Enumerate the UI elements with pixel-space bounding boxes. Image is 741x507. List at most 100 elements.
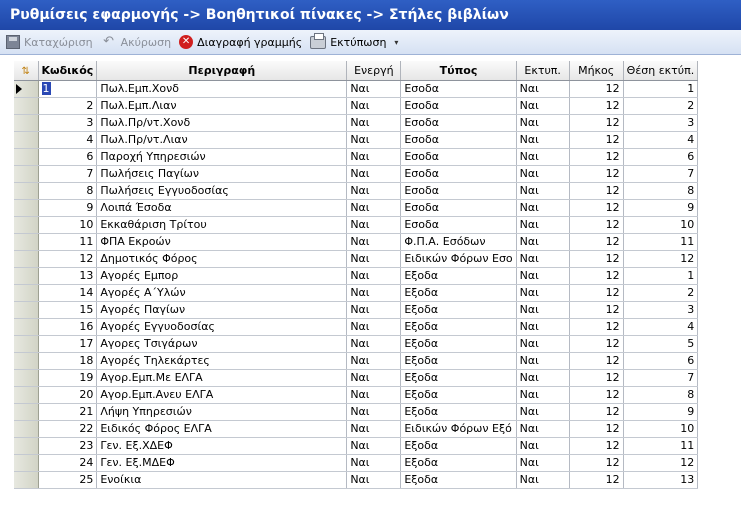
cell-code[interactable]: 2 — [38, 97, 98, 115]
cell-length[interactable]: 12 — [569, 386, 624, 404]
cell-print[interactable]: Ναι — [516, 437, 570, 455]
cell-active[interactable]: Ναι — [346, 335, 402, 353]
table-row[interactable]: 3 Πωλ.Πρ/ντ.Χονδ Ναι Εσοδα Ναι 12 3 — [14, 114, 699, 132]
cell-print-position[interactable]: 12 — [623, 250, 699, 268]
row-selector[interactable] — [14, 199, 39, 217]
print-button[interactable]: Εκτύπωση ▾ — [308, 32, 404, 53]
cell-code[interactable]: 22 — [38, 420, 98, 438]
cell-description[interactable]: Λοιπά Έσοδα — [96, 199, 348, 217]
row-selector[interactable] — [14, 182, 39, 200]
cell-active[interactable]: Ναι — [346, 199, 402, 217]
cell-length[interactable]: 12 — [569, 471, 624, 489]
chevron-down-icon[interactable]: ▾ — [394, 38, 398, 47]
cell-active[interactable]: Ναι — [346, 301, 402, 319]
cell-length[interactable]: 12 — [569, 335, 624, 353]
cell-length[interactable]: 12 — [569, 80, 624, 98]
cell-print-position[interactable]: 11 — [623, 437, 699, 455]
table-row[interactable]: 25 Ενοίκια Ναι Εξοδα Ναι 12 13 — [14, 471, 699, 489]
cell-print[interactable]: Ναι — [516, 216, 570, 234]
cell-length[interactable]: 12 — [569, 318, 624, 336]
table-row[interactable]: 20 Αγορ.Εμπ.Ανευ ΕΛΓΑ Ναι Εξοδα Ναι 12 8 — [14, 386, 699, 404]
cell-print-position[interactable]: 13 — [623, 471, 699, 489]
column-header-type[interactable]: Τύπος — [400, 61, 517, 81]
cell-length[interactable]: 12 — [569, 369, 624, 387]
cell-print[interactable]: Ναι — [516, 114, 570, 132]
row-selector[interactable] — [14, 420, 39, 438]
row-selector[interactable] — [14, 318, 39, 336]
table-row[interactable]: 19 Αγορ.Εμπ.Με ΕΛΓΑ Ναι Εξοδα Ναι 12 7 — [14, 369, 699, 387]
table-row[interactable]: 10 Εκκαθάριση Τρίτου Ναι Εσοδα Ναι 12 10 — [14, 216, 699, 234]
cell-print-position[interactable]: 12 — [623, 454, 699, 472]
table-row[interactable]: 4 Πωλ.Πρ/ντ.Λιαν Ναι Εσοδα Ναι 12 4 — [14, 131, 699, 149]
cell-description[interactable]: Ενοίκια — [96, 471, 348, 489]
row-selector[interactable] — [14, 250, 39, 268]
cell-type[interactable]: Εσοδα — [400, 182, 517, 200]
cell-type[interactable]: Εσοδα — [400, 216, 517, 234]
cell-print-position[interactable]: 2 — [623, 284, 699, 302]
table-row[interactable]: 22 Ειδικός Φόρος ΕΛΓΑ Ναι Ειδικών Φόρων Εξό… — [14, 420, 699, 438]
row-selector[interactable] — [14, 233, 39, 251]
cell-print-position[interactable]: 5 — [623, 335, 699, 353]
cell-active[interactable]: Ναι — [346, 233, 402, 251]
cell-print-position[interactable]: 2 — [623, 97, 699, 115]
cell-print-position[interactable]: 6 — [623, 352, 699, 370]
cell-type[interactable]: Εξοδα — [400, 301, 517, 319]
cell-type[interactable]: Εσοδα — [400, 131, 517, 149]
cell-print[interactable]: Ναι — [516, 131, 570, 149]
cell-code[interactable]: 17 — [38, 335, 98, 353]
cell-print-position[interactable]: 8 — [623, 386, 699, 404]
cell-type[interactable]: Εξοδα — [400, 335, 517, 353]
cell-description[interactable]: Πωλ.Εμπ.Λιαν — [96, 97, 348, 115]
cell-length[interactable]: 12 — [569, 352, 624, 370]
cell-length[interactable]: 12 — [569, 284, 624, 302]
cell-print[interactable]: Ναι — [516, 352, 570, 370]
column-header-description[interactable]: Περιγραφή — [96, 61, 348, 81]
table-row[interactable]: 2 Πωλ.Εμπ.Λιαν Ναι Εσοδα Ναι 12 2 — [14, 97, 699, 115]
cell-code[interactable]: 20 — [38, 386, 98, 404]
cell-code[interactable]: 9 — [38, 199, 98, 217]
cell-description[interactable]: Λήψη Υπηρεσιών — [96, 403, 348, 421]
cell-print[interactable]: Ναι — [516, 199, 570, 217]
column-header-code[interactable]: Κωδικός — [38, 61, 98, 81]
cell-print[interactable]: Ναι — [516, 182, 570, 200]
table-row[interactable]: 6 Παροχή Υπηρεσιών Ναι Εσοδα Ναι 12 6 — [14, 148, 699, 166]
row-selector[interactable] — [14, 148, 39, 166]
cell-code[interactable]: 15 — [38, 301, 98, 319]
cell-print-position[interactable]: 10 — [623, 216, 699, 234]
column-header-print[interactable]: Εκτυπ. — [516, 61, 570, 81]
cell-print-position[interactable]: 6 — [623, 148, 699, 166]
cell-active[interactable]: Ναι — [346, 386, 402, 404]
cancel-button[interactable]: ↶ Ακύρωση — [99, 32, 178, 53]
column-header-length[interactable]: Μήκος — [569, 61, 624, 81]
cell-type[interactable]: Εξοδα — [400, 403, 517, 421]
cell-type[interactable]: Εσοδα — [400, 114, 517, 132]
cell-type[interactable]: Εσοδα — [400, 165, 517, 183]
cell-print[interactable]: Ναι — [516, 420, 570, 438]
cell-print[interactable]: Ναι — [516, 267, 570, 285]
cell-active[interactable]: Ναι — [346, 97, 402, 115]
cell-type[interactable]: Εσοδα — [400, 80, 517, 98]
cell-description[interactable]: Γεν. Εξ.ΧΔΕΦ — [96, 437, 348, 455]
column-header-print-position[interactable]: Θέση εκτύπ. — [623, 61, 699, 81]
cell-description[interactable]: Πωλ.Πρ/ντ.Χονδ — [96, 114, 348, 132]
cell-code[interactable]: 25 — [38, 471, 98, 489]
cell-code[interactable]: 8 — [38, 182, 98, 200]
table-row[interactable]: 7 Πωλήσεις Παγίων Ναι Εσοδα Ναι 12 7 — [14, 165, 699, 183]
cell-print[interactable]: Ναι — [516, 165, 570, 183]
cell-description[interactable]: Αγορές Α΄Υλών — [96, 284, 348, 302]
cell-print-position[interactable]: 9 — [623, 403, 699, 421]
cell-description[interactable]: Αγορές Εμπορ — [96, 267, 348, 285]
row-selector[interactable] — [14, 284, 39, 302]
cell-print-position[interactable]: 11 — [623, 233, 699, 251]
cell-print[interactable]: Ναι — [516, 284, 570, 302]
table-row[interactable]: 24 Γεν. Εξ.ΜΔΕΦ Ναι Εξοδα Ναι 12 12 — [14, 454, 699, 472]
cell-length[interactable]: 12 — [569, 420, 624, 438]
cell-active[interactable]: Ναι — [346, 369, 402, 387]
cell-active[interactable]: Ναι — [346, 420, 402, 438]
table-row[interactable]: 16 Αγορές Εγγυοδοσίας Ναι Εξοδα Ναι 12 4 — [14, 318, 699, 336]
cell-type[interactable]: Φ.Π.Α. Εσόδων — [400, 233, 517, 251]
cell-description[interactable]: Πωλήσεις Παγίων — [96, 165, 348, 183]
cell-code[interactable]: 16 — [38, 318, 98, 336]
cell-print[interactable]: Ναι — [516, 471, 570, 489]
cell-active[interactable]: Ναι — [346, 267, 402, 285]
